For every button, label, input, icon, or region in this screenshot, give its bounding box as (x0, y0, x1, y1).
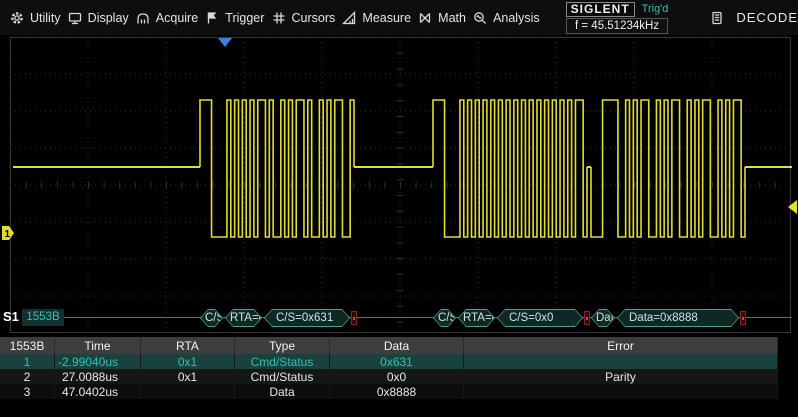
math-icon (418, 11, 432, 25)
svg-text:1: 1 (5, 229, 11, 240)
menu-item-cursors[interactable]: Cursors (272, 11, 336, 25)
menu-item-display[interactable]: Display (68, 11, 129, 25)
decode-error-tick (740, 311, 746, 325)
menu-item-label: Math (438, 11, 466, 25)
channel1-waveform (200, 100, 745, 237)
table-cell-type[interactable]: Data (235, 384, 330, 399)
waveform-display: 1 S1 1553B C/SRTA=0xC/S=0x631C/SRTA=0xC/… (0, 35, 798, 333)
decode-error-tick (584, 311, 590, 325)
channel1-marker[interactable]: 1 (2, 226, 14, 240)
table-cell-type[interactable]: Cmd/Status (235, 369, 330, 384)
decode-bubble-label: C/S=0x0 (498, 310, 582, 326)
decode-bubble: C/S=0x631 (264, 309, 350, 327)
decode-error-tick (351, 311, 357, 325)
menu-item-acquire[interactable]: Acquire (136, 11, 198, 25)
decode-bubble: Data=0x8888 (617, 309, 739, 327)
table-cell-error[interactable] (464, 384, 778, 399)
column-header-error: Error (464, 337, 778, 354)
status-block: SIGLENT Trig'd f = 45.51234kHz (554, 2, 681, 34)
decode-source-label: S1 (3, 309, 19, 324)
decode-bubble-label: Data=0x8888 (618, 310, 738, 326)
document-list-icon (710, 11, 724, 25)
table-cell-data[interactable]: 0x631 (330, 354, 464, 369)
menu-item-utility[interactable]: Utility (10, 11, 61, 25)
menu-item-label: Utility (30, 11, 61, 25)
magnifier-icon (473, 11, 487, 25)
ruler-triangle-icon (342, 11, 356, 25)
decode-table: 1553B Time RTA Type Data Error 1-2.99040… (0, 337, 778, 399)
table-cell-error[interactable] (464, 354, 778, 369)
siglent-logo: SIGLENT (566, 2, 635, 17)
column-header-protocol: 1553B (0, 337, 55, 354)
table-cell-time[interactable]: 27.0088us (55, 369, 141, 384)
decode-table-area: 1553B Time RTA Type Data Error 1-2.99040… (0, 333, 798, 417)
column-header-type: Type (235, 337, 330, 354)
table-cell-data[interactable]: 0x8888 (330, 384, 464, 399)
monitor-icon (68, 11, 82, 25)
table-cell-time[interactable]: 47.0402us (55, 384, 141, 399)
table-cell-time[interactable]: -2.99040us (55, 354, 141, 369)
waveform-plot: 1 (0, 35, 798, 333)
table-cell-error[interactable]: Parity (464, 369, 778, 384)
cursors-icon (272, 11, 286, 25)
acquire-icon (136, 11, 150, 25)
menu-item-analysis[interactable]: Analysis (473, 11, 540, 25)
gear-icon (10, 11, 24, 25)
menu-item-label: Measure (362, 11, 411, 25)
table-cell-n[interactable]: 3 (0, 384, 55, 399)
menu-item-trigger[interactable]: Trigger (205, 11, 264, 25)
trigger-status-badge: Trig'd (642, 3, 669, 15)
protocol-badge: 1553B (22, 309, 64, 326)
table-cell-type[interactable]: Cmd/Status (235, 354, 330, 369)
frequency-readout: f = 45.51234kHz (566, 18, 668, 34)
decode-menu-button[interactable]: DECODE (710, 10, 798, 25)
decode-menu-label: DECODE (736, 10, 798, 25)
trigger-level-marker[interactable] (788, 200, 797, 214)
column-header-rta: RTA (141, 337, 235, 354)
menu-item-label: Trigger (225, 11, 264, 25)
menu-item-label: Display (88, 11, 129, 25)
menu-item-measure[interactable]: Measure (342, 11, 411, 25)
menu-item-label: Cursors (292, 11, 336, 25)
oscilloscope-screen: Utility Display Acquire Trigger (0, 0, 798, 417)
table-cell-data[interactable]: 0x0 (330, 369, 464, 384)
table-cell-rta[interactable]: 0x1 (141, 354, 235, 369)
menu-items: Utility Display Acquire Trigger (0, 11, 540, 25)
table-cell-n[interactable]: 1 (0, 354, 55, 369)
decode-bubble-label: C/S=0x631 (265, 310, 349, 326)
menu-bar: Utility Display Acquire Trigger (0, 0, 798, 36)
decode-bubble: C/S=0x0 (497, 309, 583, 327)
trigger-position-marker[interactable] (218, 38, 232, 47)
decode-bubble-label: RTA=0x (459, 310, 494, 326)
menu-item-label: Analysis (493, 11, 540, 25)
flag-icon (205, 11, 219, 25)
column-header-data: Data (330, 337, 464, 354)
decode-bubble-label: RTA=0x (226, 310, 261, 326)
table-cell-rta[interactable] (141, 384, 235, 399)
menu-item-math[interactable]: Math (418, 11, 466, 25)
table-cell-n[interactable]: 2 (0, 369, 55, 384)
table-cell-rta[interactable]: 0x1 (141, 369, 235, 384)
graticule-grid (10, 37, 790, 333)
menu-item-label: Acquire (156, 11, 198, 25)
column-header-time: Time (55, 337, 141, 354)
